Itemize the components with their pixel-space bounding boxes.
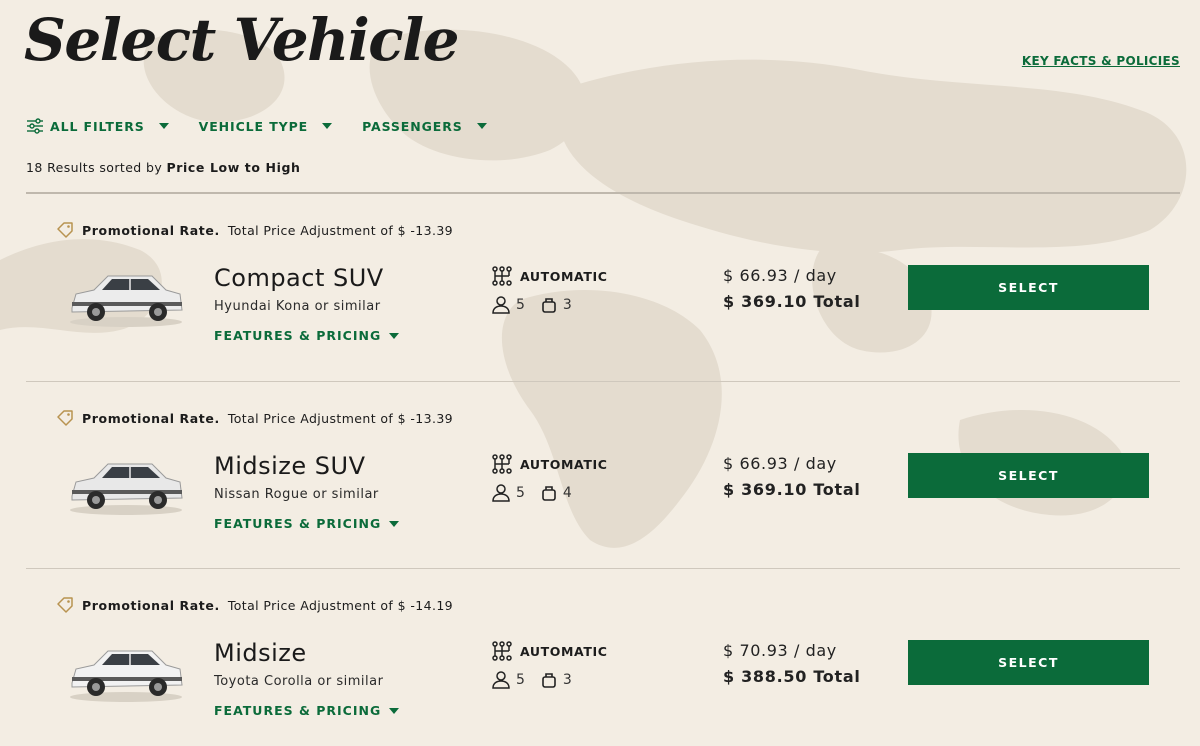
promo-detail: Total Price Adjustment of $ -14.19 [227, 597, 454, 613]
car-image [70, 650, 183, 702]
passengers-dropdown[interactable]: PASSENGERS [362, 119, 487, 134]
features-pricing-toggle[interactable]: FEATURES & PRICING [214, 328, 400, 343]
promo-banner: Promotional Rate. Total Price Adjustment… [56, 597, 453, 613]
person-icon [492, 671, 510, 689]
total-price: $ 388.50 Total [723, 667, 861, 686]
chevron-down-icon [158, 123, 169, 129]
vehicle-card: Promotional Rate. Total Price Adjustment… [26, 381, 1180, 568]
vehicle-type-dropdown[interactable]: VEHICLE TYPE [198, 118, 333, 134]
promo-label: Promotional Rate. [82, 410, 220, 426]
select-button[interactable]: SELECT [908, 265, 1149, 310]
tag-icon [57, 222, 73, 238]
chevron-down-icon [389, 520, 400, 527]
transmission: AUTOMATIC [492, 641, 608, 661]
bag-count: 3 [562, 672, 572, 688]
vehicle-model: Nissan Rogue or similar [214, 487, 379, 502]
promo-label: Promotional Rate. [82, 597, 220, 613]
bag-count: 4 [562, 485, 572, 501]
promo-detail: Total Price Adjustment of $ -13.39 [227, 410, 454, 426]
vehicle-name: Compact SUV [214, 264, 384, 292]
key-facts-link[interactable]: KEY FACTS & POLICIES [1022, 54, 1180, 68]
daily-rate: $ 66.93 / day [723, 266, 837, 285]
select-button[interactable]: SELECT [908, 453, 1149, 498]
transmission-label: AUTOMATIC [520, 643, 608, 659]
vehicle-card: Promotional Rate. Total Price Adjustment… [26, 568, 1180, 746]
vehicle-name: Midsize [214, 639, 307, 667]
chevron-down-icon [322, 123, 333, 129]
capacity: 5 4 [492, 484, 572, 502]
promo-banner: Promotional Rate. Total Price Adjustment… [56, 222, 453, 238]
total-price: $ 369.10 Total [723, 480, 861, 499]
chevron-down-icon [476, 123, 487, 129]
transmission: AUTOMATIC [492, 454, 608, 474]
page-title: Select Vehicle [24, 6, 460, 74]
features-pricing-label: FEATURES & PRICING [214, 703, 382, 718]
features-pricing-label: FEATURES & PRICING [214, 516, 382, 531]
bag-count: 3 [562, 297, 572, 313]
vehicle-model: Hyundai Kona or similar [214, 299, 381, 314]
transmission-label: AUTOMATIC [520, 268, 608, 284]
transmission: AUTOMATIC [492, 266, 608, 286]
luggage-icon [542, 486, 556, 501]
sort-order: Price Low to High [166, 160, 301, 175]
daily-rate: $ 70.93 / day [723, 641, 837, 660]
features-pricing-toggle[interactable]: FEATURES & PRICING [214, 703, 400, 718]
all-filters-label: ALL FILTERS [50, 118, 145, 134]
chevron-down-icon [389, 332, 400, 339]
select-button[interactable]: SELECT [908, 640, 1149, 685]
tag-icon [57, 597, 73, 613]
filter-bar: ALL FILTERS VEHICLE TYPE PASSENGERS [26, 118, 487, 134]
results-count: 18 Results sorted by [26, 160, 163, 175]
passenger-count: 5 [516, 485, 525, 501]
tag-icon [57, 410, 73, 426]
luggage-icon [542, 298, 556, 313]
passengers-label: PASSENGERS [362, 118, 463, 134]
passenger-count: 5 [516, 297, 525, 313]
transmission-label: AUTOMATIC [520, 456, 608, 472]
features-pricing-label: FEATURES & PRICING [214, 328, 382, 343]
page: Select Vehicle KEY FACTS & POLICIES ALL … [0, 0, 1200, 746]
promo-label: Promotional Rate. [82, 222, 220, 238]
car-image [70, 463, 183, 515]
features-pricing-toggle[interactable]: FEATURES & PRICING [214, 516, 400, 531]
vehicle-type-label: VEHICLE TYPE [198, 118, 309, 134]
total-price: $ 369.10 Total [723, 292, 861, 311]
promo-detail: Total Price Adjustment of $ -13.39 [227, 222, 454, 238]
gear-shift-icon [492, 641, 512, 661]
vehicle-name: Midsize SUV [214, 452, 366, 480]
luggage-icon [542, 673, 556, 688]
person-icon [492, 296, 510, 314]
results-summary: 18 Results sorted by Price Low to High [26, 160, 301, 175]
passenger-count: 5 [516, 672, 525, 688]
capacity: 5 3 [492, 671, 572, 689]
person-icon [492, 484, 510, 502]
promo-banner: Promotional Rate. Total Price Adjustment… [56, 410, 453, 426]
daily-rate: $ 66.93 / day [723, 454, 837, 473]
chevron-down-icon [389, 707, 400, 714]
vehicle-card: Promotional Rate. Total Price Adjustment… [26, 194, 1180, 381]
all-filters-dropdown[interactable]: ALL FILTERS [26, 118, 169, 134]
gear-shift-icon [492, 454, 512, 474]
capacity: 5 3 [492, 296, 572, 314]
vehicle-model: Toyota Corolla or similar [214, 674, 384, 689]
sliders-icon [27, 118, 43, 134]
gear-shift-icon [492, 266, 512, 286]
car-image [70, 275, 183, 327]
